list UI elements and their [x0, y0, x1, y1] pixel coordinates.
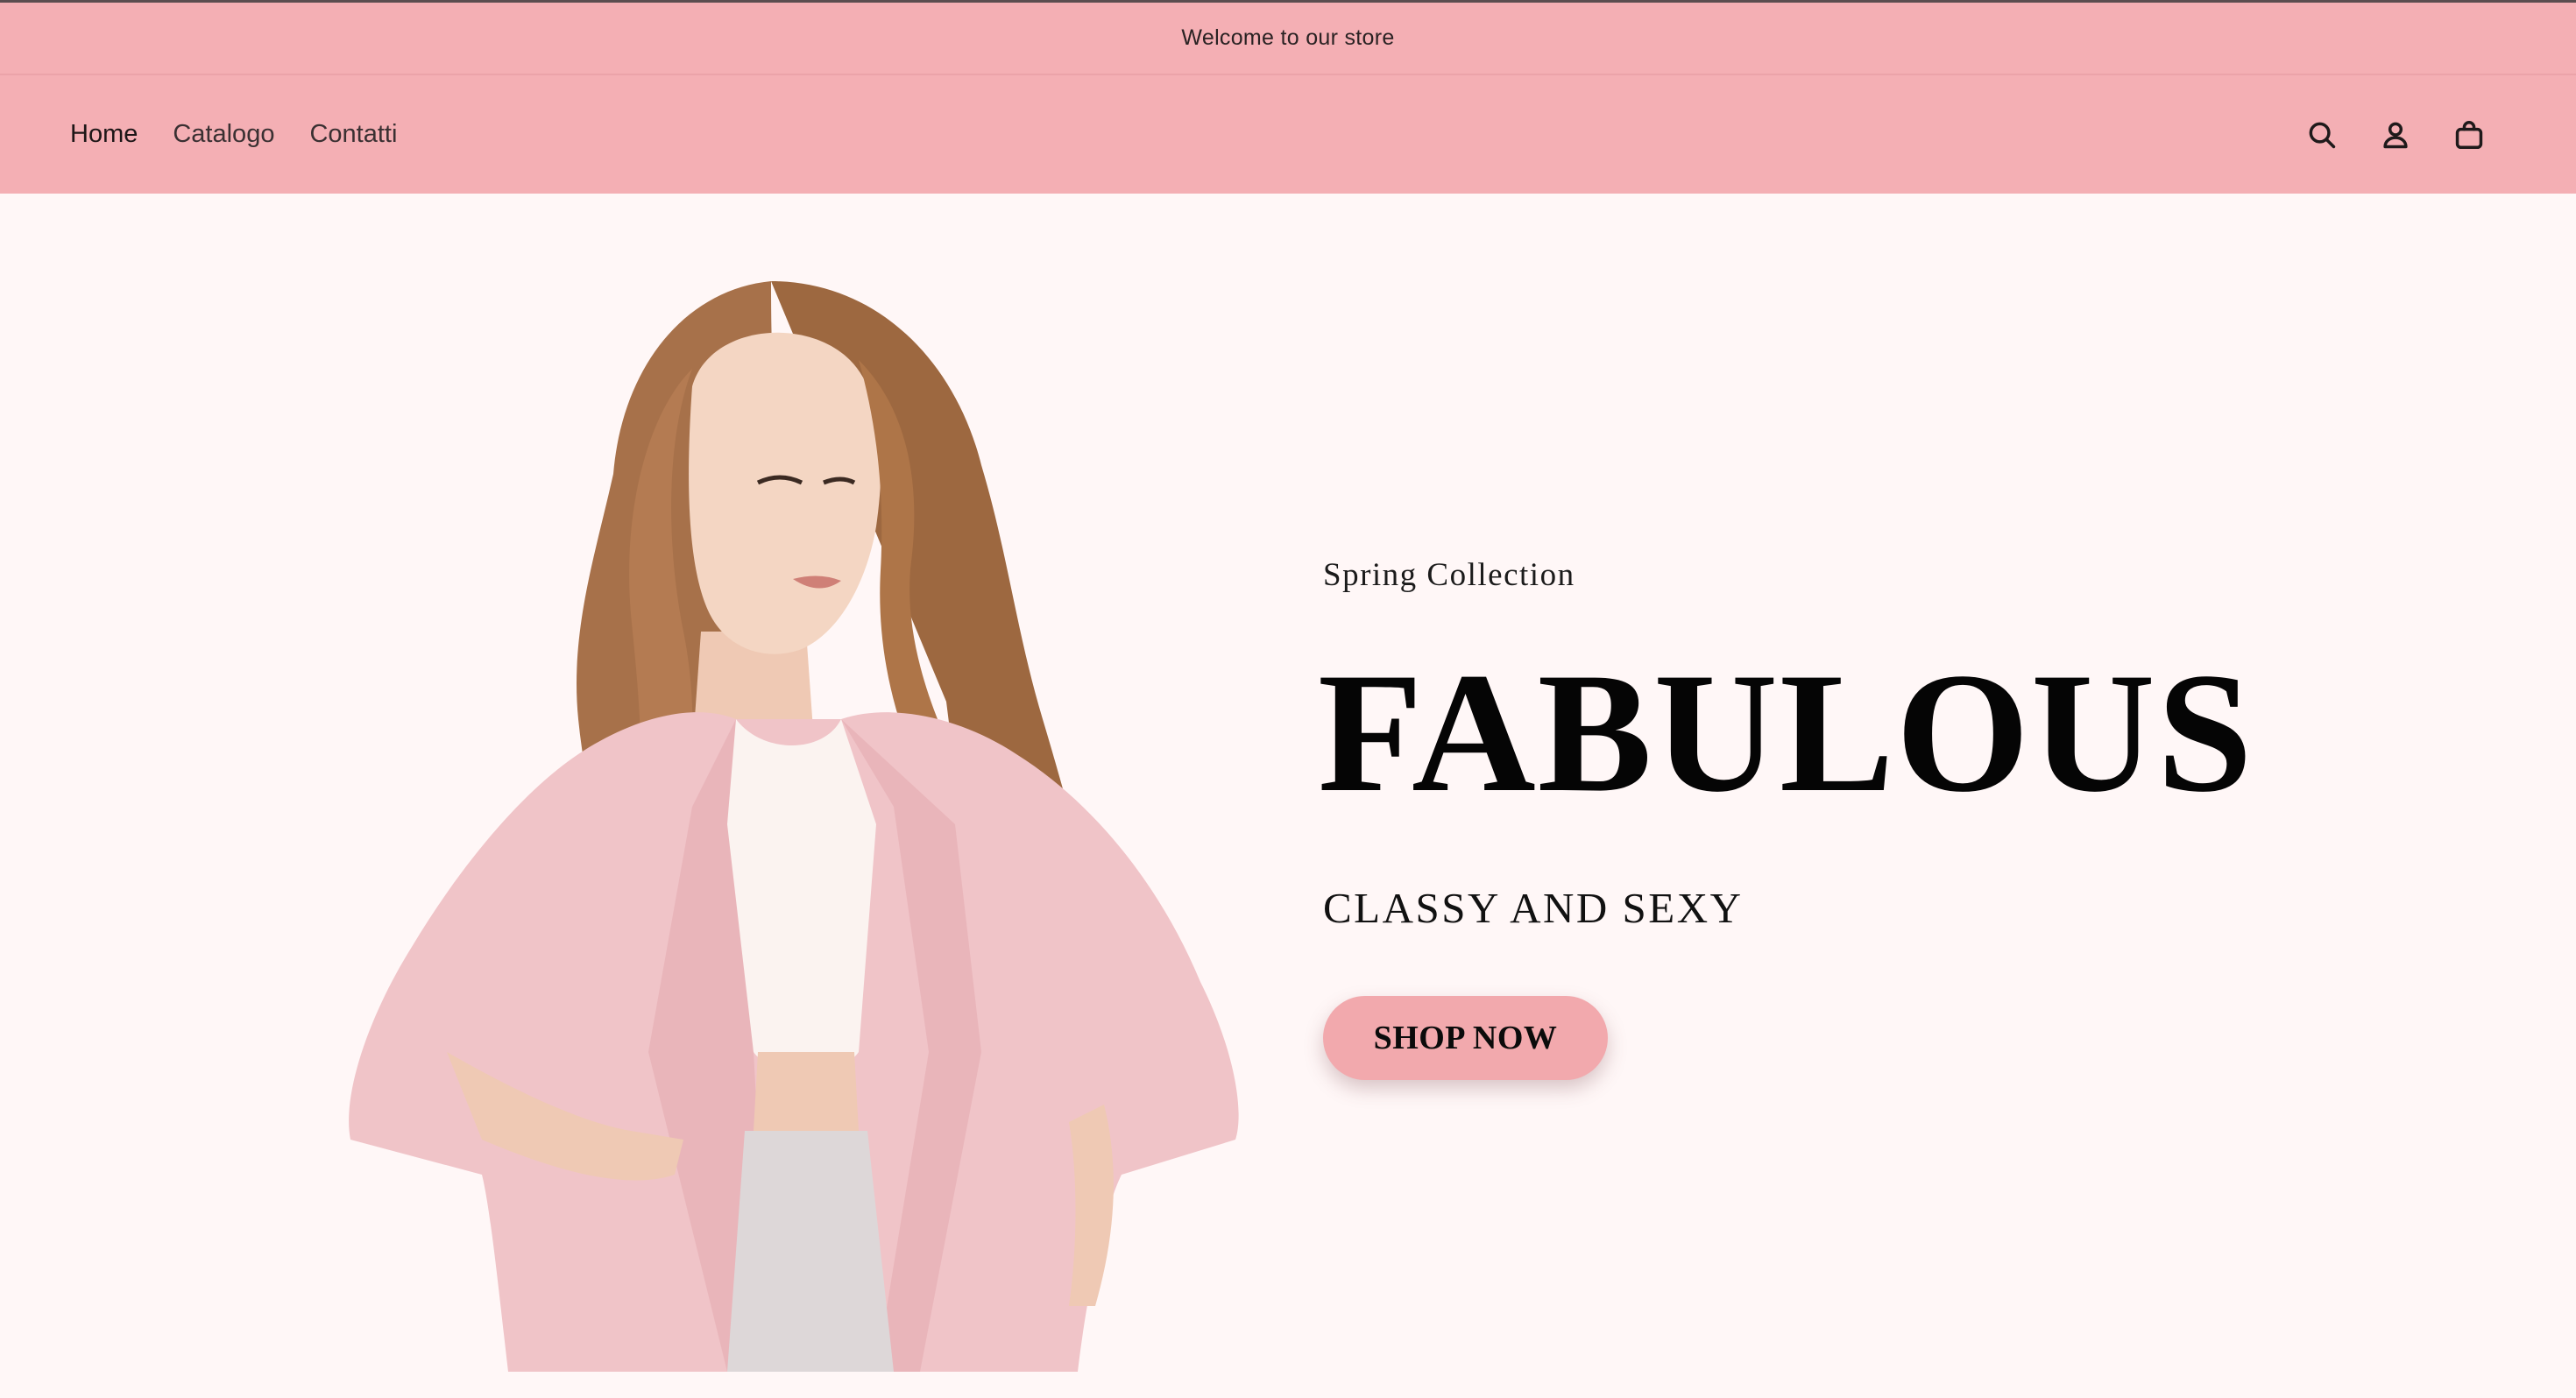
nav-item-catalogo[interactable]: Catalogo: [173, 120, 274, 149]
hero-model-image: [315, 264, 1262, 1372]
hero-headline: FABULOUS: [1318, 638, 2254, 828]
hero-subtitle: Spring Collection: [1323, 557, 1575, 593]
hero-section: Spring Collection FABULOUS CLASSY AND SE…: [0, 194, 2576, 1398]
announcement-bar: Welcome to our store: [0, 3, 2576, 75]
cart-icon[interactable]: [2452, 117, 2487, 152]
announcement-text: Welcome to our store: [1181, 25, 1395, 50]
site-header: Home Catalogo Contatti: [0, 75, 2576, 194]
header-icons: [2304, 75, 2487, 194]
account-icon[interactable]: [2378, 117, 2413, 152]
main-nav: Home Catalogo Contatti: [70, 75, 397, 194]
nav-item-contatti[interactable]: Contatti: [309, 120, 397, 149]
search-icon[interactable]: [2304, 117, 2339, 152]
hero-tagline: CLASSY AND SEXY: [1323, 884, 1744, 932]
shop-now-button[interactable]: SHOP NOW: [1323, 996, 1608, 1080]
nav-item-home[interactable]: Home: [70, 120, 138, 149]
storefront-page: Welcome to our store Home Catalogo Conta…: [0, 0, 2576, 1398]
